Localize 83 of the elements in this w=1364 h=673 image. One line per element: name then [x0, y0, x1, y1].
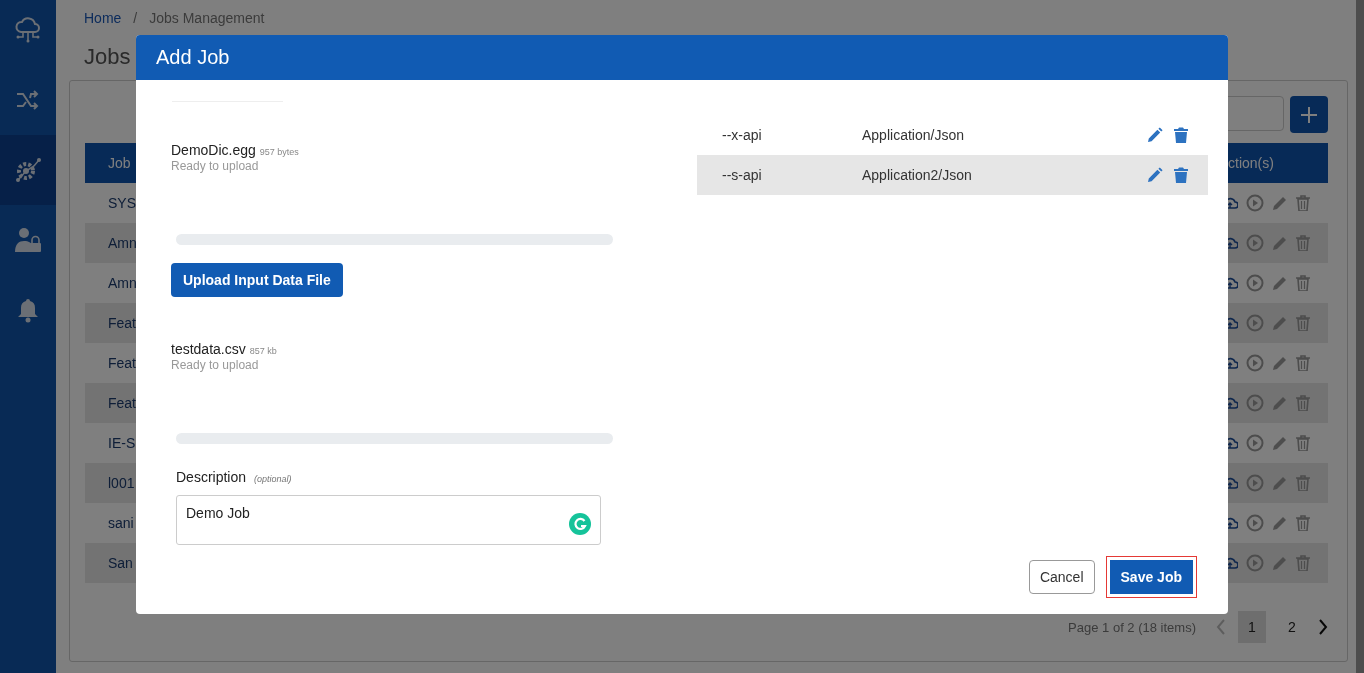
table-cell-text: SYS: [107, 195, 136, 211]
delete-icon[interactable]: [1174, 167, 1188, 183]
page-title: Jobs: [84, 44, 131, 70]
file-size: 857 kb: [249, 346, 277, 356]
play-icon[interactable]: [1246, 514, 1264, 532]
play-icon[interactable]: [1246, 554, 1264, 572]
pencil-icon[interactable]: [1272, 395, 1288, 411]
header-name: --s-api: [722, 167, 763, 183]
play-icon[interactable]: [1246, 194, 1264, 212]
breadcrumb-separator: /: [133, 10, 138, 28]
pencil-icon[interactable]: [1272, 555, 1288, 571]
column-header: ction(s): [1228, 155, 1275, 171]
pencil-icon[interactable]: [1272, 275, 1288, 291]
table-cell-text: Feat: [107, 395, 136, 411]
file-name: testdata.csv: [171, 341, 246, 357]
play-icon[interactable]: [1246, 434, 1264, 452]
table-cell-text: sani: [107, 515, 134, 531]
edit-icon[interactable]: [1147, 167, 1163, 183]
pencil-icon[interactable]: [1272, 235, 1288, 251]
play-icon[interactable]: [1246, 474, 1264, 492]
table-cell-text: Amn: [107, 235, 137, 251]
play-icon[interactable]: [1246, 314, 1264, 332]
bell-icon: [17, 297, 39, 323]
cancel-button[interactable]: Cancel: [1028, 560, 1095, 594]
save-button[interactable]: Save Job: [1105, 556, 1197, 598]
edit-icon[interactable]: [1147, 127, 1163, 143]
file-status: Ready to upload: [171, 358, 260, 372]
play-icon[interactable]: [1246, 354, 1264, 372]
user-lock-icon: [14, 227, 42, 253]
header-value: Application2/Json: [862, 167, 973, 183]
scrollbar[interactable]: [1356, 0, 1364, 673]
column-header: Job: [107, 155, 131, 171]
field-label: Description: [176, 469, 247, 485]
pagination-summary: Page 1 of 2 (18 items): [1068, 619, 1196, 635]
page-button[interactable]: 1: [1238, 611, 1266, 643]
file-size: 957 bytes: [259, 147, 299, 157]
header-row[interactable]: --s-api Application2/Json: [697, 155, 1208, 195]
play-icon[interactable]: [1246, 394, 1264, 412]
table-cell-text: Feat: [107, 355, 136, 371]
table-cell-text: Amn: [107, 275, 137, 291]
delete-icon[interactable]: [1174, 127, 1188, 143]
plus-icon: [1301, 106, 1317, 123]
description-field[interactable]: Demo Job: [176, 495, 601, 545]
header-value: Application/Json: [862, 127, 965, 143]
trash-icon[interactable]: [1296, 355, 1310, 371]
header-name: --x-api: [722, 127, 763, 143]
field-hint: (optional): [254, 474, 292, 484]
dialog-title: Add Job: [156, 46, 230, 69]
grammar-check-icon[interactable]: [569, 513, 591, 535]
pencil-icon[interactable]: [1272, 475, 1288, 491]
pencil-icon[interactable]: [1272, 195, 1288, 211]
header-row[interactable]: --x-api Application/Json: [697, 115, 1208, 155]
table-cell-text: IE-S: [107, 435, 136, 451]
trash-icon[interactable]: [1296, 395, 1310, 411]
upload-button[interactable]: Upload Input Data File: [171, 263, 343, 297]
pencil-icon[interactable]: [1272, 515, 1288, 531]
trash-icon[interactable]: [1296, 275, 1310, 291]
breadcrumb-item[interactable]: Home: [84, 10, 122, 28]
pencil-icon[interactable]: [1272, 355, 1288, 371]
table-cell-text: l001: [107, 475, 135, 491]
cloud-network-icon: [14, 16, 42, 44]
trash-icon[interactable]: [1296, 555, 1310, 571]
shuffle-icon: [15, 88, 41, 112]
nav-item[interactable]: [0, 135, 56, 205]
pencil-icon[interactable]: [1272, 315, 1288, 331]
pencil-icon[interactable]: [1272, 435, 1288, 451]
trash-icon[interactable]: [1296, 235, 1310, 251]
breadcrumb-item: Jobs Management: [149, 10, 265, 28]
table-cell-text: San: [107, 555, 133, 571]
trash-icon[interactable]: [1296, 515, 1310, 531]
add-button[interactable]: [1290, 96, 1328, 133]
trash-icon[interactable]: [1296, 195, 1310, 211]
chevron-right-icon[interactable]: [1318, 619, 1328, 635]
play-icon[interactable]: [1246, 234, 1264, 252]
page-button[interactable]: 2: [1278, 611, 1306, 643]
trash-icon[interactable]: [1296, 475, 1310, 491]
trash-icon[interactable]: [1296, 435, 1310, 451]
trash-icon[interactable]: [1296, 315, 1310, 331]
file-status: Ready to upload: [171, 159, 260, 173]
file-name: DemoDic.egg: [171, 142, 256, 158]
gear-network-icon: [14, 156, 42, 184]
table-cell-text: Feat: [107, 315, 136, 331]
play-icon[interactable]: [1246, 274, 1264, 292]
